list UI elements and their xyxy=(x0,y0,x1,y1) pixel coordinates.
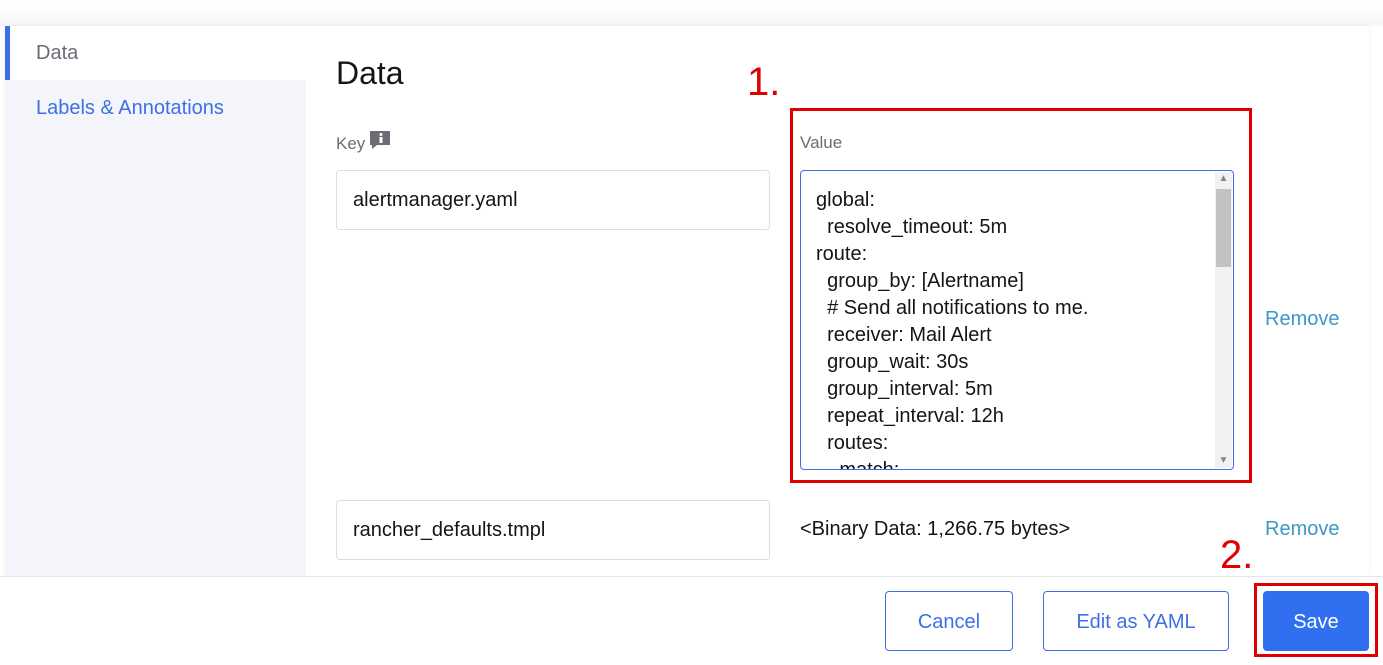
value-line-4: # Send all notifications to me. xyxy=(816,297,1089,319)
section-title: Data xyxy=(336,55,404,91)
annotation-step-2: 2. xyxy=(1220,533,1254,577)
sidebar: Data Labels & Annotations xyxy=(5,26,306,576)
value-line-6: group_wait: 30s xyxy=(816,351,969,373)
remove-link-alertmanager[interactable]: Remove xyxy=(1265,308,1339,331)
edit-as-yaml-button[interactable]: Edit as YAML xyxy=(1043,591,1229,651)
value-textarea[interactable]: global: resolve_timeout: 5m route: group… xyxy=(800,170,1234,470)
value-line-7: group_interval: 5m xyxy=(816,378,993,400)
save-button[interactable]: Save xyxy=(1263,591,1369,651)
scroll-up-arrow-icon[interactable]: ▲ xyxy=(1215,172,1232,186)
cancel-button[interactable]: Cancel xyxy=(885,591,1013,651)
value-line-1: resolve_timeout: 5m xyxy=(816,216,1008,238)
value-line-5: receiver: Mail Alert xyxy=(816,324,992,346)
value-line-9: routes: xyxy=(816,432,889,454)
textarea-scrollbar[interactable]: ▲ ▼ xyxy=(1215,172,1232,468)
key-input-alertmanager[interactable] xyxy=(336,170,770,230)
value-line-0: global: xyxy=(816,189,875,211)
scrollbar-thumb[interactable] xyxy=(1216,189,1231,267)
value-label: Value xyxy=(800,133,843,152)
sidebar-tab-labels-annotations[interactable]: Labels & Annotations xyxy=(5,81,306,135)
value-line-3: group_by: [Alertname] xyxy=(816,270,1024,292)
page-backdrop xyxy=(0,0,1383,26)
value-line-8: repeat_interval: 12h xyxy=(816,405,1004,427)
annotation-step-1: 1. xyxy=(747,60,781,104)
info-icon[interactable] xyxy=(369,130,391,150)
value-line-10: - match: xyxy=(816,459,900,470)
sidebar-tab-data[interactable]: Data xyxy=(5,26,306,80)
binary-data-value: <Binary Data: 1,266.75 bytes> xyxy=(800,518,1071,540)
value-line-2: route: xyxy=(816,243,868,265)
value-text[interactable]: global: resolve_timeout: 5m route: group… xyxy=(816,187,1213,470)
key-label: Key xyxy=(336,134,366,153)
scroll-down-arrow-icon[interactable]: ▼ xyxy=(1215,454,1232,468)
key-input-rancher-defaults[interactable] xyxy=(336,500,770,560)
remove-link-rancher-defaults[interactable]: Remove xyxy=(1265,518,1339,541)
